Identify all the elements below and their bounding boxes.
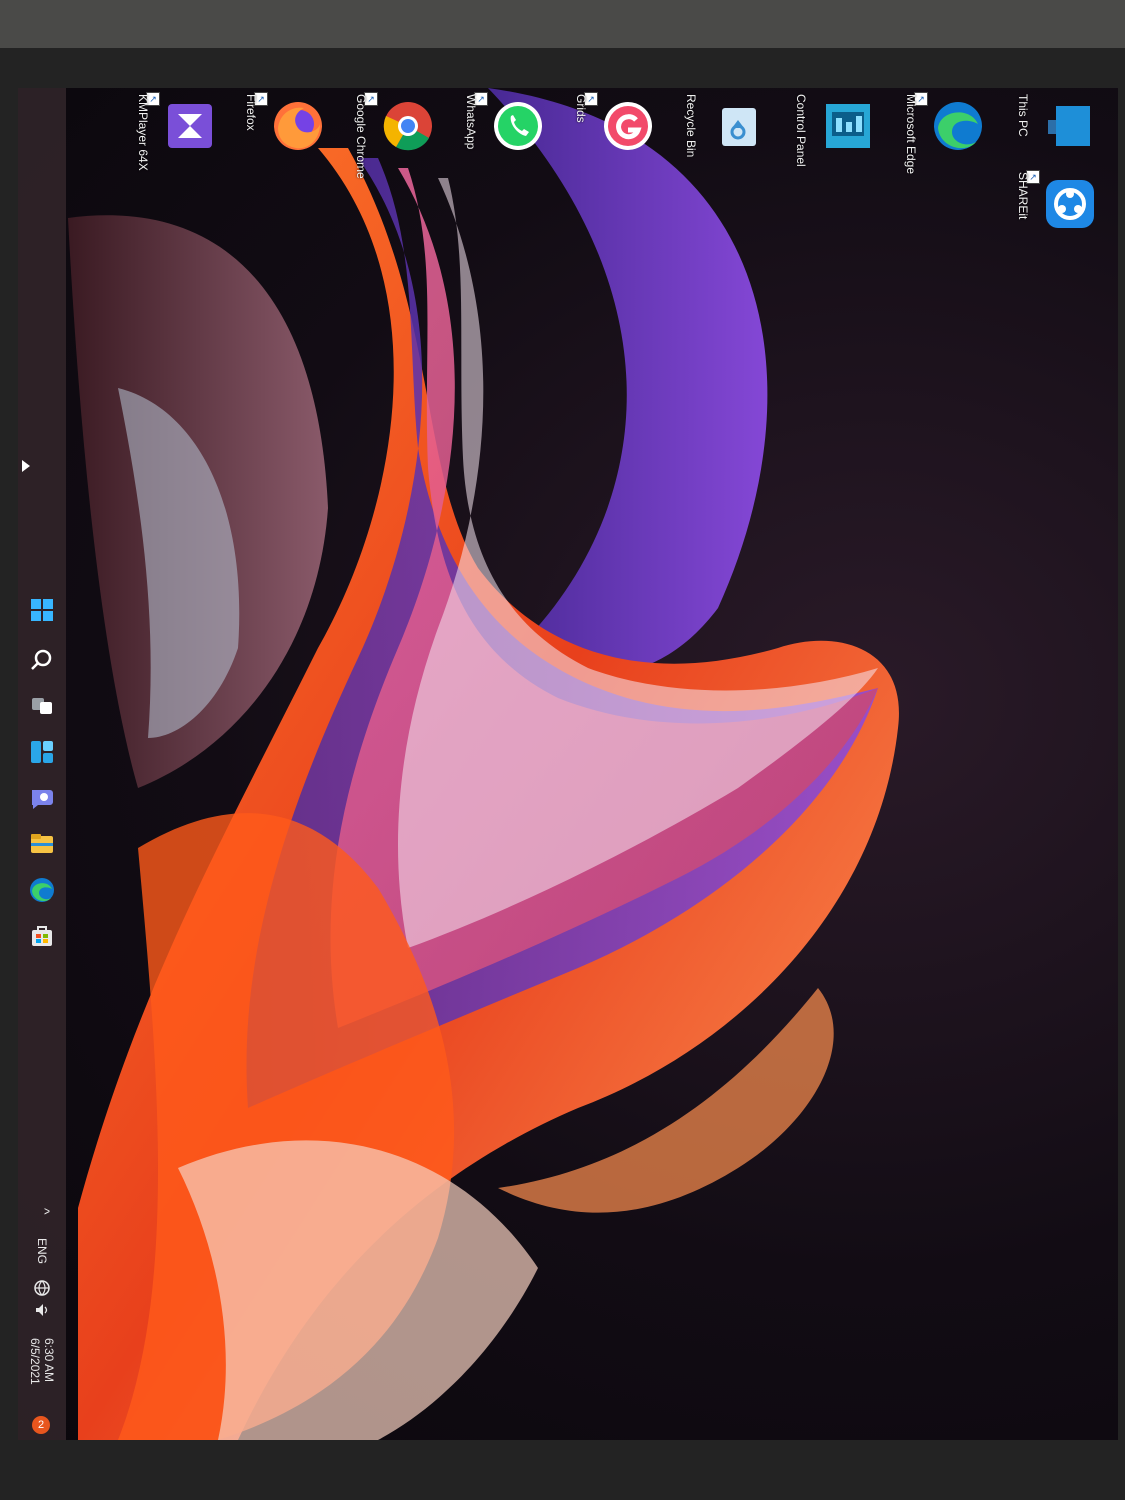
network-icon[interactable] [34,1280,50,1296]
chrome-icon [380,98,436,154]
task-view-button[interactable] [28,692,56,720]
desktop-icon-label: Control Panel [794,94,808,167]
task-view-icon [32,698,52,714]
desktop-icon-label: This PC [1016,94,1030,137]
widgets-icon [31,741,53,763]
whatsapp-icon [490,98,546,154]
desktop-icon-label: Grids [574,94,588,123]
desktop-icon-label: SHAREit [1016,172,1030,220]
search-button[interactable] [28,646,56,674]
language-indicator[interactable]: ENG [35,1238,49,1264]
folder-icon [31,834,53,853]
desktop-icon-label: Google Chrome [354,94,368,179]
widgets-button[interactable] [28,738,56,766]
recycle-bin-icon [710,98,766,154]
desktop-icon-label: WhatsApp [464,94,478,150]
desktop-icon-shareit[interactable]: ↗ SHAREit [1008,166,1108,266]
desktop-icon-label: Firefox [244,94,258,131]
desktop-icon-recycle-bin[interactable]: Recycle Bin [676,88,776,188]
show-hidden-icons-button[interactable]: ^ [37,1208,53,1215]
clock-date: 6/5/2021 [28,1338,42,1385]
desktop-icon-google-chrome[interactable]: ↗ Google Chrome [346,88,446,188]
control-panel-icon [820,98,876,154]
desktop-icon-whatsapp[interactable]: ↗ WhatsApp [456,88,556,188]
firefox-icon [270,98,326,154]
desktop-icon-label: KMPlayer 64X [136,94,150,171]
search-icon [31,649,52,670]
desktop-icon-grids[interactable]: ↗ Grids [566,88,666,188]
desktop-icon-kmplayer[interactable]: ↗ KMPlayer 64X [128,88,228,188]
chat-button[interactable] [28,784,56,812]
monitor-icon [1042,98,1098,154]
taskbar: ^ ENG 6:30 AM 6/5/2021 2 [18,88,66,1440]
store-button[interactable] [28,922,56,950]
mouse-cursor-icon [22,460,30,472]
desktop-icon-label: Recycle Bin [684,94,698,158]
desktop-screen: This PC ↗ SHAREit ↗ Microsoft Edge Contr… [18,88,1118,1440]
wallpaper [68,88,899,1440]
edge-icon [930,98,986,154]
start-button[interactable] [28,596,56,624]
shareit-icon [1042,176,1098,232]
edge-taskbar-button[interactable] [28,876,56,904]
grids-icon [600,98,656,154]
kmplayer-icon [162,98,218,154]
desktop-icon-microsoft-edge[interactable]: ↗ Microsoft Edge [896,88,996,188]
file-explorer-button[interactable] [28,830,56,858]
store-icon [32,926,52,946]
desktop-icon-firefox[interactable]: ↗ Firefox [236,88,336,188]
clock[interactable]: 6:30 AM 6/5/2021 [26,1338,60,1418]
edge-icon [30,878,54,902]
desktop-icon-control-panel[interactable]: Control Panel [786,88,886,188]
chat-icon [32,790,53,809]
windows-icon [31,599,53,621]
desktop-icon-label: Microsoft Edge [904,94,918,175]
clock-time: 6:30 AM [42,1338,56,1383]
notification-badge[interactable]: 2 [32,1416,50,1434]
volume-icon[interactable] [34,1302,50,1318]
